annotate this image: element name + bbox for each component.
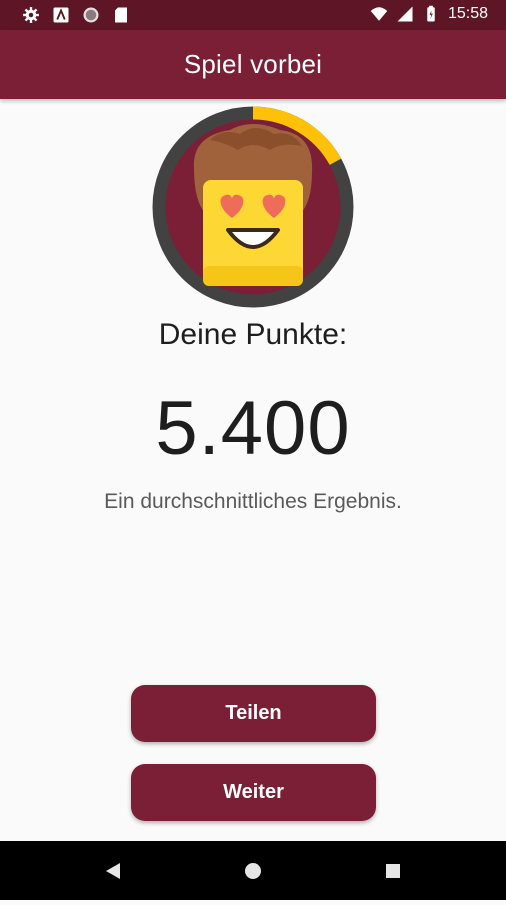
avatar <box>152 106 354 308</box>
navigation-bar <box>0 841 506 900</box>
status-bar-time: 15:58 <box>447 5 488 22</box>
share-button[interactable]: Teilen <box>131 685 376 742</box>
recents-icon[interactable] <box>386 864 400 878</box>
home-icon[interactable] <box>245 863 261 879</box>
next-button[interactable]: Weiter <box>131 764 376 821</box>
wifi-icon <box>370 7 388 21</box>
share-button-label: Teilen <box>225 702 282 724</box>
settings-icon <box>23 7 39 23</box>
sd-card-icon <box>115 7 127 23</box>
status-bar-left-icons <box>22 6 130 24</box>
score-label: Deine Punkte: <box>158 318 348 351</box>
status-bar-right-icons: 15:58 <box>370 5 488 23</box>
avatar-progress-ring <box>152 106 354 308</box>
circle-notification-icon <box>83 7 99 23</box>
result-message: Ein durchschnittliches Ergebnis. <box>104 490 402 513</box>
score-value: 5.400 <box>155 386 351 471</box>
app-notification-icon <box>53 7 69 23</box>
heart-eyes-face-icon <box>193 124 313 286</box>
next-button-label: Weiter <box>223 781 284 803</box>
page-title: Spiel vorbei <box>183 49 323 79</box>
app-bar: Spiel vorbei <box>0 30 506 99</box>
back-icon[interactable] <box>106 863 120 879</box>
status-bar: 15:58 <box>0 0 506 30</box>
battery-icon <box>427 5 435 22</box>
cell-signal-icon <box>397 6 413 22</box>
